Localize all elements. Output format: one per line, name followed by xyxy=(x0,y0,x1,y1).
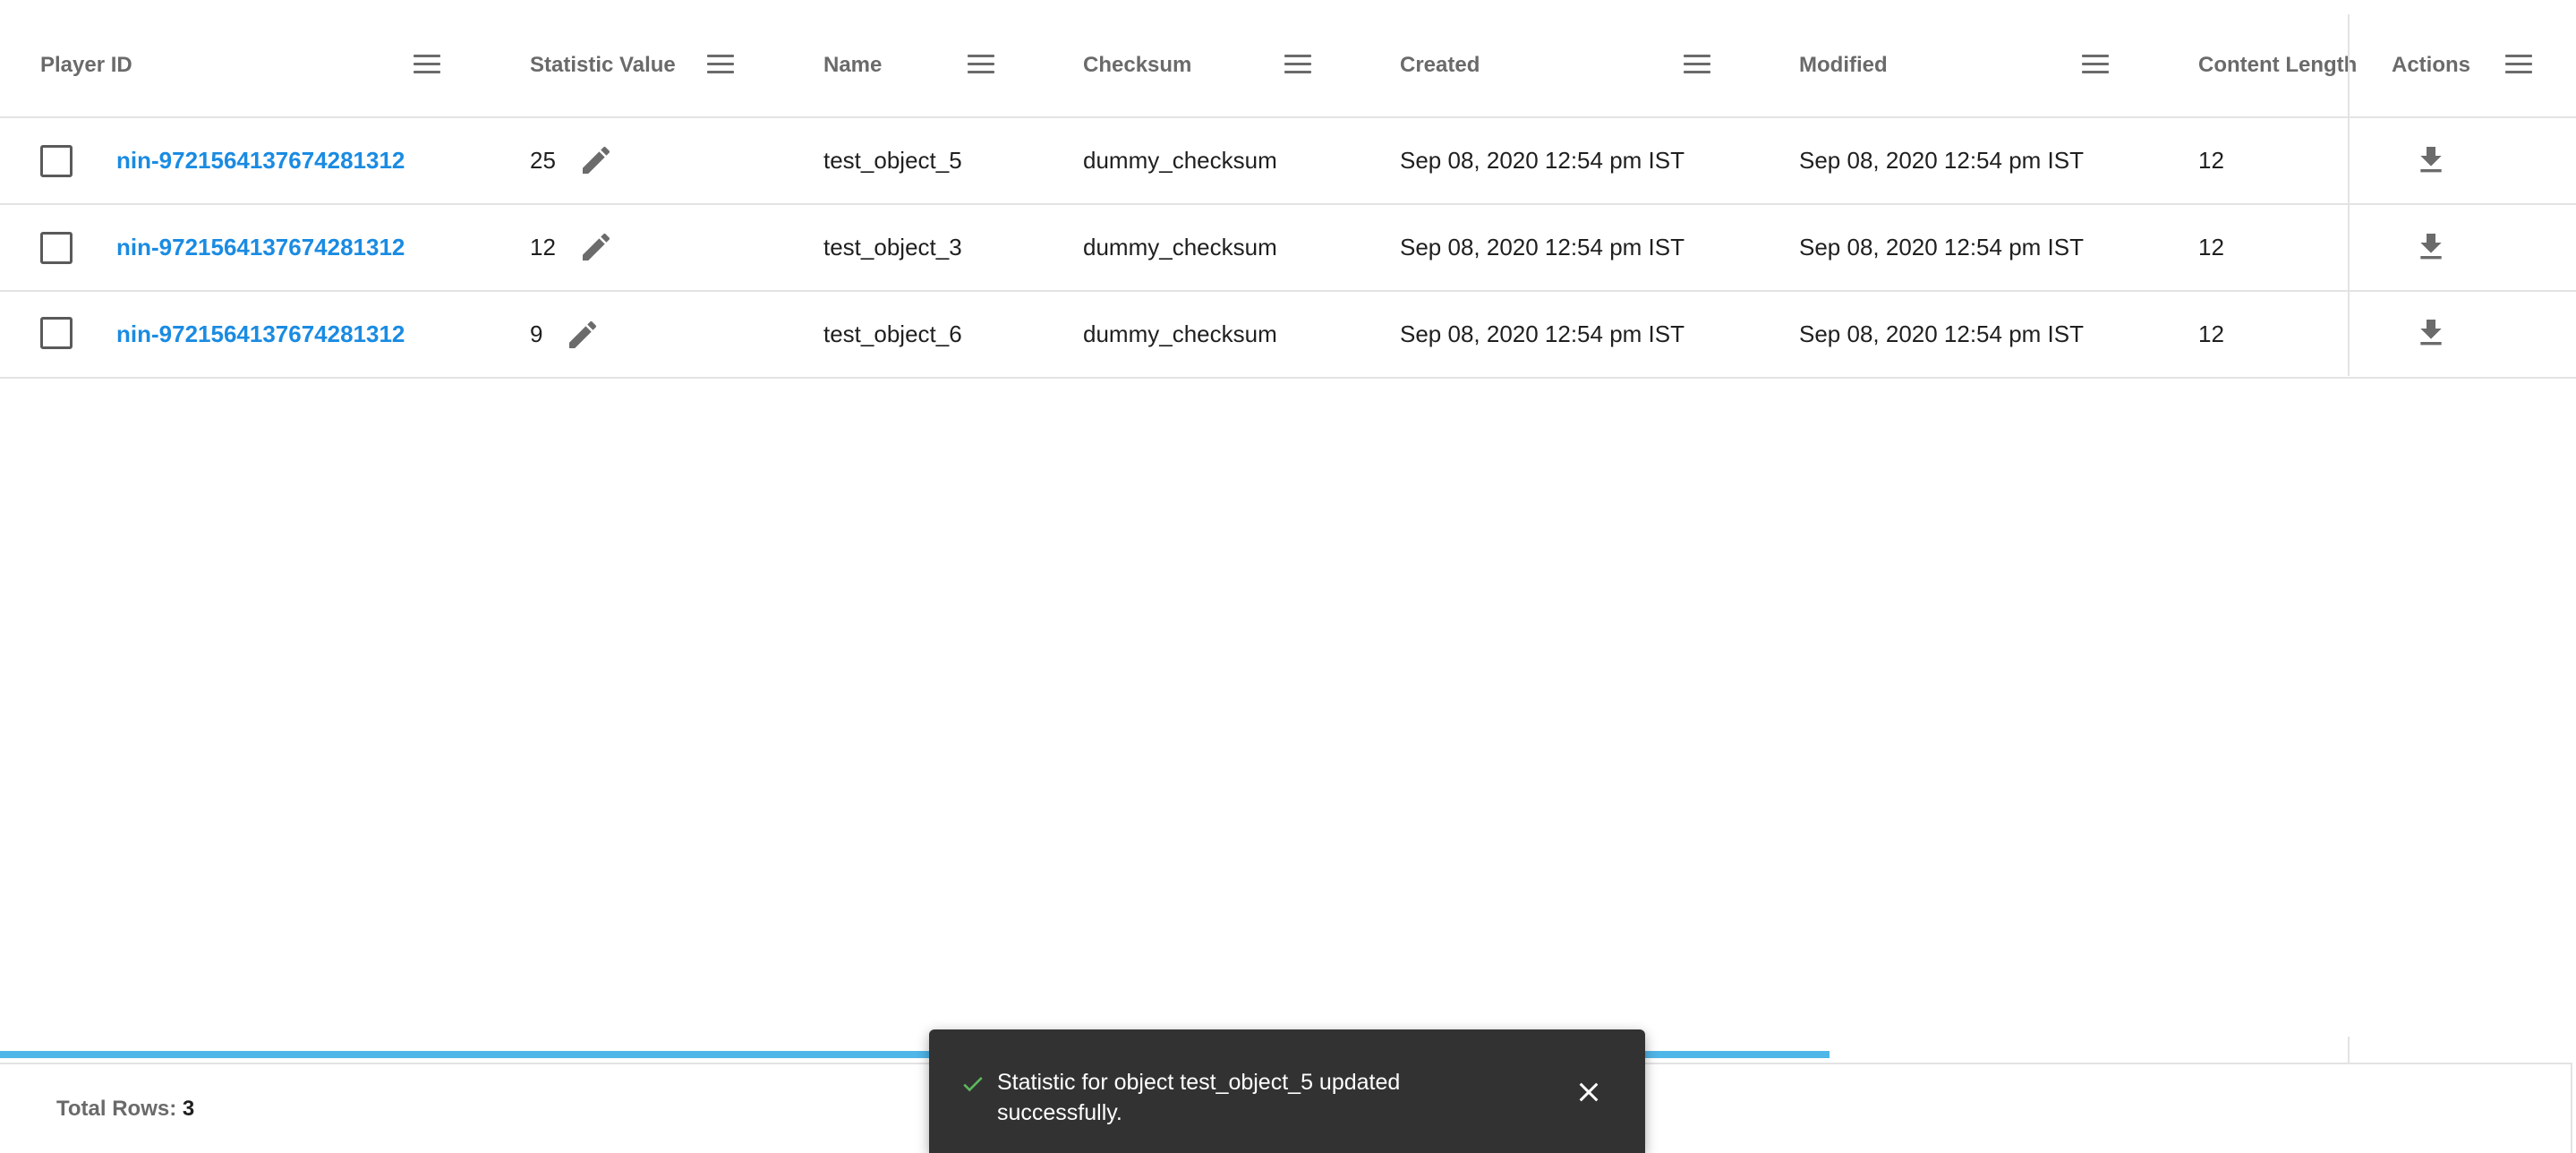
column-header-label: Actions xyxy=(2392,53,2471,77)
column-header-statistic-value[interactable]: Statistic Value xyxy=(530,14,676,116)
total-rows-label: Total Rows: xyxy=(56,1097,177,1121)
object-name: test_object_5 xyxy=(823,147,962,174)
success-snackbar: Statistic for object test_object_5 updat… xyxy=(929,1029,1645,1153)
column-header-modified[interactable]: Modified xyxy=(1799,14,1888,116)
column-menu-icon[interactable] xyxy=(2082,53,2109,78)
created-date: Sep 08, 2020 12:54 pm IST xyxy=(1400,234,1685,260)
table-row[interactable]: nin-9721564137674281312 25 test_object_5… xyxy=(0,118,2576,205)
column-header-created[interactable]: Created xyxy=(1400,14,1480,116)
modified-date: Sep 08, 2020 12:54 pm IST xyxy=(1799,147,2084,174)
column-header-label: Player ID xyxy=(40,53,132,77)
snackbar-message: Statistic for object test_object_5 updat… xyxy=(997,1070,1401,1125)
object-name: test_object_6 xyxy=(823,320,962,347)
player-id-link[interactable]: nin-9721564137674281312 xyxy=(116,205,405,290)
column-header-label: Content Length xyxy=(2198,53,2358,77)
modified-date: Sep 08, 2020 12:54 pm IST xyxy=(1799,234,2084,260)
created-date: Sep 08, 2020 12:54 pm IST xyxy=(1400,320,1685,347)
close-icon[interactable] xyxy=(1576,1080,1601,1105)
created-date: Sep 08, 2020 12:54 pm IST xyxy=(1400,147,1685,174)
column-header-name[interactable]: Name xyxy=(823,14,882,116)
column-header-content-length[interactable]: Content Length xyxy=(2198,14,2357,116)
column-menu-icon[interactable] xyxy=(1684,53,1710,78)
column-menu-icon[interactable] xyxy=(707,53,734,78)
player-id-link[interactable]: nin-9721564137674281312 xyxy=(116,292,405,377)
checkmark-icon xyxy=(963,1077,983,1092)
column-menu-icon[interactable] xyxy=(968,53,994,78)
actions-column-divider xyxy=(2348,1037,2350,1063)
total-rows-value: 3 xyxy=(182,1097,195,1121)
column-header-checksum[interactable]: Checksum xyxy=(1083,14,1191,116)
content-length: 12 xyxy=(2198,320,2224,347)
statistic-value: 25 xyxy=(530,147,556,174)
edit-pencil-icon[interactable] xyxy=(565,317,601,353)
actions-column-divider xyxy=(2348,14,2350,376)
column-menu-icon[interactable] xyxy=(2505,53,2532,78)
download-icon[interactable] xyxy=(2413,315,2449,351)
column-header-player-id[interactable]: Player ID xyxy=(40,14,132,116)
row-select-checkbox[interactable] xyxy=(40,232,73,264)
checksum: dummy_checksum xyxy=(1083,234,1277,260)
grid-header: Player ID Statistic Value Name Checksum … xyxy=(0,14,2576,118)
column-menu-icon[interactable] xyxy=(414,53,440,78)
edit-pencil-icon[interactable] xyxy=(578,142,614,178)
statistic-value: 9 xyxy=(530,320,543,347)
content-length: 12 xyxy=(2198,147,2224,174)
row-select-checkbox[interactable] xyxy=(40,145,73,177)
download-icon[interactable] xyxy=(2413,229,2449,265)
objects-data-grid: Player ID Statistic Value Name Checksum … xyxy=(0,0,2576,1153)
player-id-link[interactable]: nin-9721564137674281312 xyxy=(116,118,405,203)
modified-date: Sep 08, 2020 12:54 pm IST xyxy=(1799,320,2084,347)
column-header-label: Checksum xyxy=(1083,53,1192,77)
download-icon[interactable] xyxy=(2413,142,2449,178)
content-length: 12 xyxy=(2198,234,2224,260)
column-menu-icon[interactable] xyxy=(1284,53,1311,78)
column-header-label: Statistic Value xyxy=(530,53,676,77)
column-header-label: Name xyxy=(823,53,883,77)
total-rows: Total Rows: 3 xyxy=(56,1097,194,1122)
column-header-label: Created xyxy=(1400,53,1480,77)
checksum: dummy_checksum xyxy=(1083,147,1277,174)
table-row[interactable]: nin-9721564137674281312 9 test_object_6 … xyxy=(0,292,2576,379)
statistic-value: 12 xyxy=(530,234,556,260)
checksum: dummy_checksum xyxy=(1083,320,1277,347)
row-select-checkbox[interactable] xyxy=(40,317,73,349)
table-row[interactable]: nin-9721564137674281312 12 test_object_3… xyxy=(0,205,2576,292)
column-header-label: Modified xyxy=(1799,53,1888,77)
object-name: test_object_3 xyxy=(823,234,962,260)
column-header-actions[interactable]: Actions xyxy=(2392,14,2470,116)
edit-pencil-icon[interactable] xyxy=(578,229,614,265)
